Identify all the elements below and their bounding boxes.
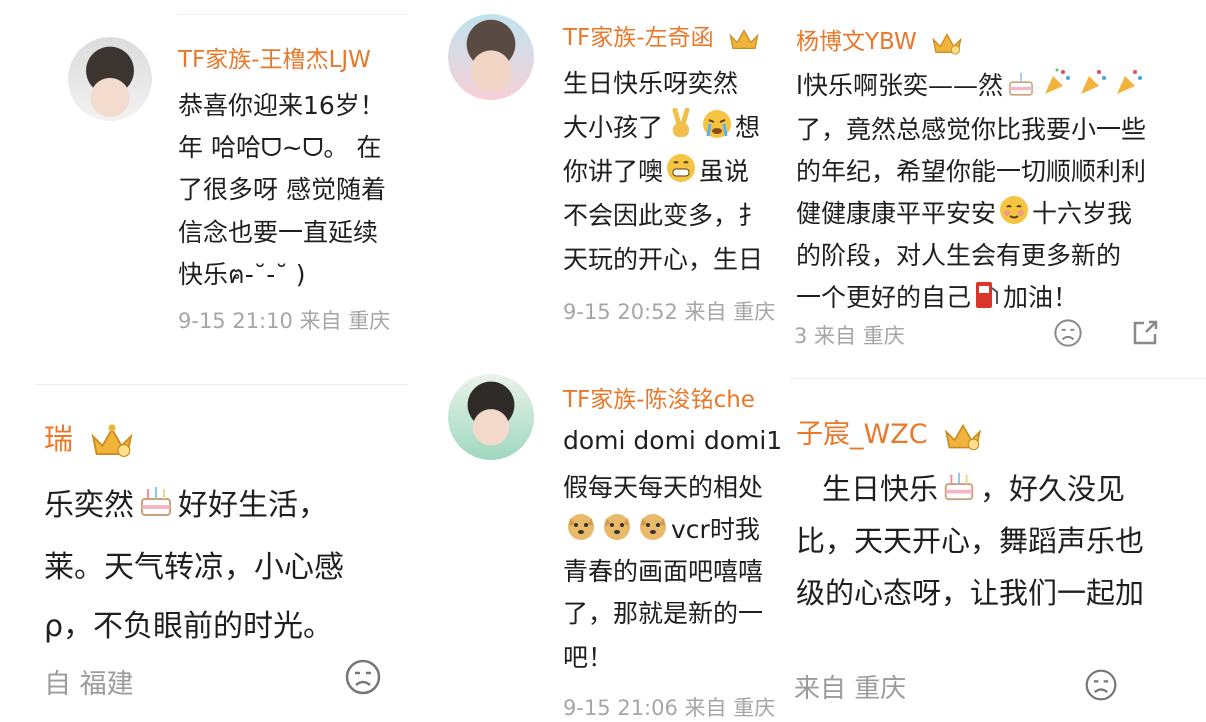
username[interactable]: 瑞 (44, 416, 136, 460)
comment-line: 信念也要一直延续 (178, 218, 379, 247)
crown-icon (945, 423, 982, 450)
comment-line: 天玩的开心，生日 (563, 245, 764, 274)
comment-line: 的阶段，对人生会有更多新的 (796, 241, 1122, 270)
comment-line: 吧！ (563, 643, 614, 672)
comment-line: 一个更好的自己 加油！ (796, 278, 1078, 314)
avatar[interactable] (448, 374, 534, 460)
comment-card-zuo: TF家族-左奇函 生日快乐呀奕然 大小孩了想 你讲了噢 虽说 不会因此变多，扌 天… (408, 0, 790, 358)
username[interactable]: TF家族-王橹杰LJW (178, 40, 371, 74)
divider (36, 384, 408, 385)
avatar[interactable] (68, 37, 152, 121)
comment-line: ρ，不负眼前的时光。 (44, 609, 334, 644)
username[interactable]: 子宸_WZC (796, 412, 984, 453)
comment-line: 快乐ฅ-˘-˘ ) (178, 260, 306, 289)
comment-line: 了，竟然总感觉你比我要小一些 (796, 115, 1147, 144)
timestamp-location: 9-15 21:10 来自 重庆 (178, 309, 391, 333)
cake-icon (1009, 72, 1033, 96)
comment-line: 生日快乐 ，好久没见 (822, 466, 1125, 508)
blush-face-icon (1000, 196, 1029, 224)
party-popper-icon (1080, 70, 1106, 94)
comment-card-wang: TF家族-王橹杰LJW 恭喜你迎来16岁！ 年 哈哈ᗜ~ᗜ。 在 了很多呀 感觉… (0, 0, 408, 358)
crown-icon (932, 32, 962, 54)
timestamp-location: 9-15 20:52 来自 重庆 (563, 300, 776, 324)
cake-icon (944, 472, 974, 501)
divider (790, 378, 1206, 379)
comment-line: 级的心态呀，让我们一起加 (796, 576, 1145, 610)
comment-line: 年 哈哈ᗜ~ᗜ。 在 (178, 133, 382, 162)
comment-line: 了，那就是新的一 (563, 599, 764, 628)
comment-card-chen: TF家族-陈浚铭che domi domi domi1 假每天每天的相处 vcr… (408, 358, 790, 722)
doge-icon (640, 514, 666, 540)
dislike-face-icon[interactable] (1084, 668, 1118, 702)
comment-line: vcr时我 (563, 510, 760, 546)
doge-icon (604, 514, 630, 540)
party-popper-icon (1116, 70, 1142, 94)
comment-line: 大小孩了想 (563, 108, 760, 144)
comment-line: l快乐啊张奕——然 (796, 66, 1147, 102)
divider (178, 14, 408, 15)
comment-card-rui: 瑞 乐奕然 好好生活， 莱。天气转凉，小心感 ρ，不负眼前的时光。 自 福建 (0, 358, 408, 722)
comment-line: domi domi domi1 (563, 426, 783, 455)
party-popper-icon (1044, 68, 1070, 94)
timestamp-location: 3 来自 重庆 (794, 324, 905, 348)
comment-line: 假每天每天的相处 (563, 473, 764, 502)
location: 自 福建 (44, 669, 134, 700)
crown-icon (729, 28, 759, 49)
comment-line: 的年纪，希望你能一切顺顺利利 (796, 157, 1147, 186)
fuel-pump-icon (976, 282, 999, 308)
share-icon[interactable] (1130, 318, 1160, 348)
comment-line: 健健康康平平安安 十六岁我 (796, 194, 1132, 230)
dislike-face-icon[interactable] (1053, 318, 1083, 348)
grin-face-icon (667, 154, 696, 182)
comment-card-yang: 杨博文YBW l快乐啊张奕——然 了，竟然总感觉你比我要小一些 的年纪，希望你能… (790, 0, 1206, 380)
comment-line: 比，天天开心，舞蹈声乐也 (796, 524, 1145, 558)
comment-line: 恭喜你迎来16岁！ (178, 91, 385, 120)
crown-icon (91, 424, 133, 458)
dislike-face-icon[interactable] (344, 658, 382, 696)
comment-line: 你讲了噢 虽说 (563, 152, 749, 188)
cake-icon (141, 487, 171, 516)
comment-line: 生日快乐呀奕然 (563, 69, 739, 98)
victory-hand-icon (672, 108, 690, 137)
username[interactable]: TF家族-左奇函 (563, 18, 761, 53)
avatar[interactable] (448, 14, 534, 100)
username[interactable]: TF家族-陈浚铭che (563, 380, 755, 414)
crying-face-icon (703, 110, 732, 138)
comment-line: 青春的画面吧嘻嘻 (563, 557, 764, 586)
comment-line: 不会因此变多，扌 (563, 201, 764, 230)
comment-line: 乐奕然 好好生活， (44, 480, 328, 524)
comment-card-zichen: 子宸_WZC 生日快乐 ，好久没见 比，天天开心，舞蹈声乐也 级的心态呀，让我们一… (790, 380, 1206, 722)
username[interactable]: 杨博文YBW (796, 22, 964, 57)
timestamp-location: 9-15 21:06 来自 重庆 (563, 696, 776, 720)
location: 来自 重庆 (794, 674, 907, 704)
doge-icon (568, 514, 594, 540)
comment-line: 莱。天气转凉，小心感 (44, 550, 344, 585)
comment-line: 了很多呀 感觉随着 (178, 175, 386, 204)
